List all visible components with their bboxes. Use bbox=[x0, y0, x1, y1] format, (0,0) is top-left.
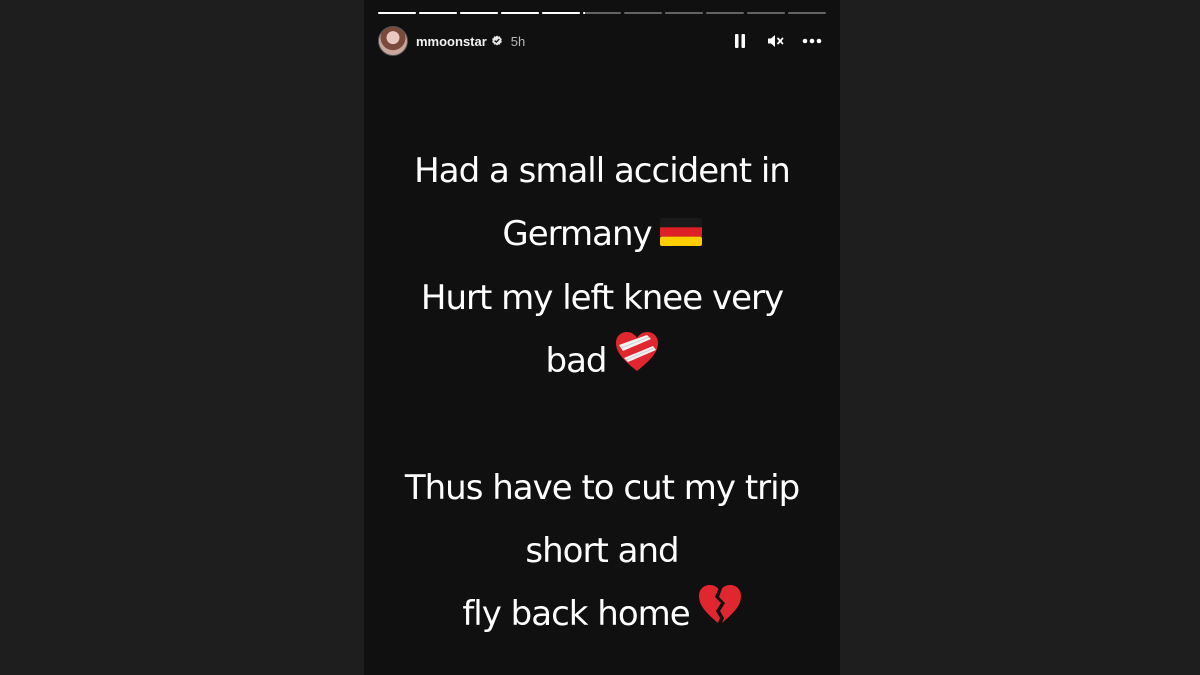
progress-segment bbox=[460, 12, 498, 14]
progress-segment bbox=[665, 12, 703, 14]
broken-heart-icon bbox=[698, 584, 742, 647]
more-options-icon bbox=[802, 38, 822, 44]
text-line-6: short and bbox=[525, 531, 679, 571]
progress-segment bbox=[542, 12, 580, 14]
progress-segment bbox=[624, 12, 662, 14]
verified-badge-icon bbox=[491, 35, 503, 47]
story-text-line: Had a small accident in bbox=[364, 140, 840, 203]
progress-segment bbox=[747, 12, 785, 14]
story-text-line: bad bbox=[364, 330, 840, 394]
story-text-line: Thus have to cut my trip bbox=[364, 457, 840, 520]
page-background: mmoonstar 5h Had a small accident in Ger… bbox=[0, 0, 1200, 675]
text-line-2: Germany bbox=[502, 214, 652, 254]
progress-segment-fill bbox=[460, 12, 498, 14]
progress-segment-fill bbox=[419, 12, 457, 14]
progress-segment-fill bbox=[583, 12, 585, 14]
text-line-3: Hurt my left knee very bbox=[420, 278, 784, 318]
progress-segment-fill bbox=[542, 12, 580, 14]
progress-segment bbox=[501, 12, 539, 14]
mute-button[interactable] bbox=[766, 31, 786, 51]
story-timestamp: 5h bbox=[510, 33, 526, 49]
more-options-button[interactable] bbox=[802, 31, 822, 51]
story-progress-bar bbox=[378, 12, 826, 14]
text-line-1: Had a small accident in bbox=[414, 151, 791, 191]
pause-button[interactable] bbox=[730, 31, 750, 51]
story-text: Had a small accident in Germany Hurt my … bbox=[364, 140, 840, 647]
story-controls bbox=[730, 31, 822, 51]
story-text-line: Hurt my left knee very bbox=[364, 267, 840, 330]
story-text-line: fly back home bbox=[364, 583, 840, 647]
text-line-7: fly back home bbox=[462, 594, 690, 634]
progress-segment-fill bbox=[378, 12, 416, 14]
mending-heart-icon bbox=[615, 331, 659, 394]
story-text-line: Germany bbox=[364, 203, 840, 267]
username[interactable]: mmoonstar bbox=[416, 34, 487, 49]
progress-segment bbox=[419, 12, 457, 14]
germany-flag-icon bbox=[659, 204, 702, 267]
progress-segment bbox=[788, 12, 826, 14]
text-line-4: bad bbox=[545, 341, 608, 381]
progress-segment bbox=[706, 12, 744, 14]
story-header: mmoonstar 5h bbox=[378, 26, 822, 56]
story-text-line: short and bbox=[364, 520, 840, 583]
text-line-5: Thus have to cut my trip bbox=[404, 468, 800, 508]
progress-segment-fill bbox=[501, 12, 539, 14]
progress-segment bbox=[583, 12, 621, 14]
muted-speaker-icon bbox=[768, 35, 784, 47]
progress-segment bbox=[378, 12, 416, 14]
avatar[interactable] bbox=[378, 26, 408, 56]
pause-icon bbox=[735, 34, 745, 48]
story-viewer[interactable]: mmoonstar 5h Had a small accident in Ger… bbox=[364, 0, 840, 675]
